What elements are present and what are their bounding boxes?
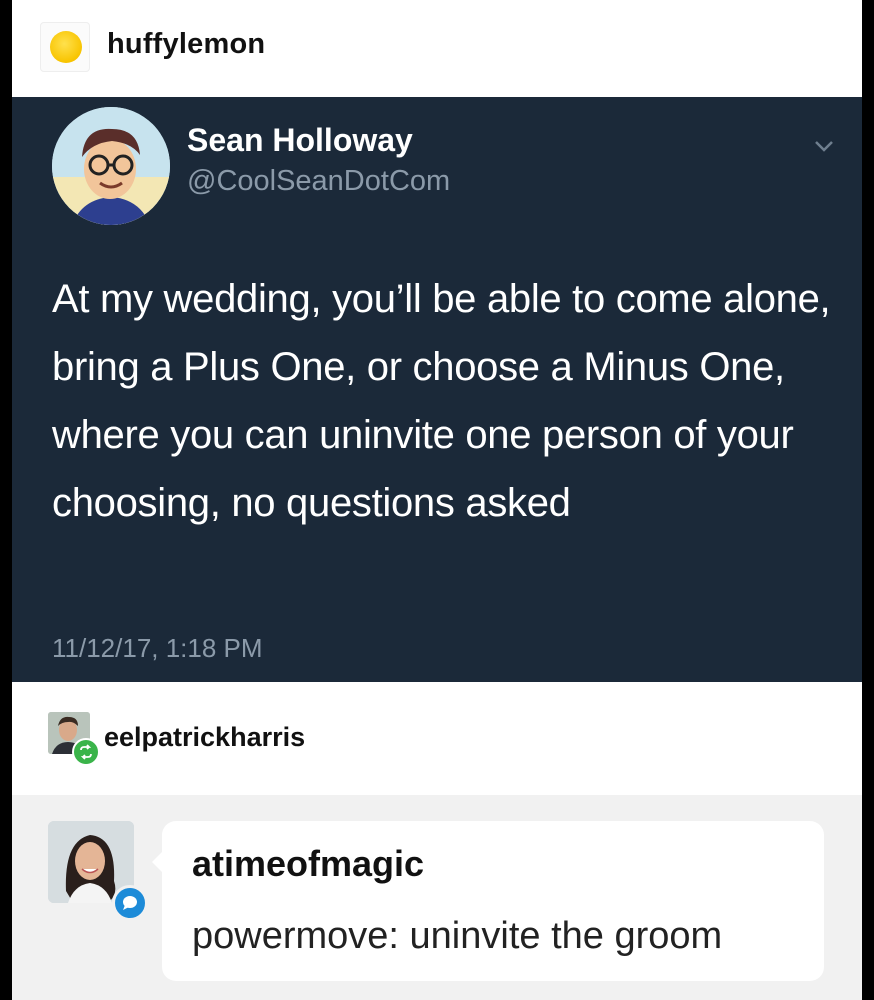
- tweet-author-name[interactable]: Sean Holloway: [187, 122, 413, 159]
- commenter-username[interactable]: atimeofmagic: [192, 843, 424, 885]
- embedded-tweet: Sean Holloway @CoolSeanDotCom At my wedd…: [12, 97, 862, 682]
- comment-section: atimeofmagic powermove: uninvite the gro…: [12, 795, 862, 1000]
- reblog-icon: [72, 738, 100, 766]
- tweet-author-avatar[interactable]: [52, 107, 170, 225]
- cartoon-avatar-icon: [52, 107, 170, 225]
- reblogger-username[interactable]: eelpatrickharris: [104, 722, 305, 753]
- comment-bubble: atimeofmagic powermove: uninvite the gro…: [162, 821, 824, 981]
- chat-bubble-icon: [112, 885, 148, 921]
- tweet-text: At my wedding, you’ll be able to come al…: [52, 277, 831, 525]
- comment-text: powermove: uninvite the groom: [192, 915, 723, 957]
- chevron-down-icon[interactable]: [812, 137, 836, 155]
- poster-avatar[interactable]: [40, 22, 90, 72]
- poster-username[interactable]: huffylemon: [107, 28, 265, 61]
- tumblr-post: huffylemon Sean Holloway @CoolSeanDotCom…: [12, 0, 862, 1000]
- yellow-circle-icon: [50, 31, 82, 63]
- post-header: huffylemon: [12, 0, 862, 97]
- reblog-header: eelpatrickharris: [12, 682, 862, 795]
- tweet-author-handle[interactable]: @CoolSeanDotCom: [187, 165, 450, 198]
- tweet-timestamp: 11/12/17, 1:18 PM: [52, 633, 263, 663]
